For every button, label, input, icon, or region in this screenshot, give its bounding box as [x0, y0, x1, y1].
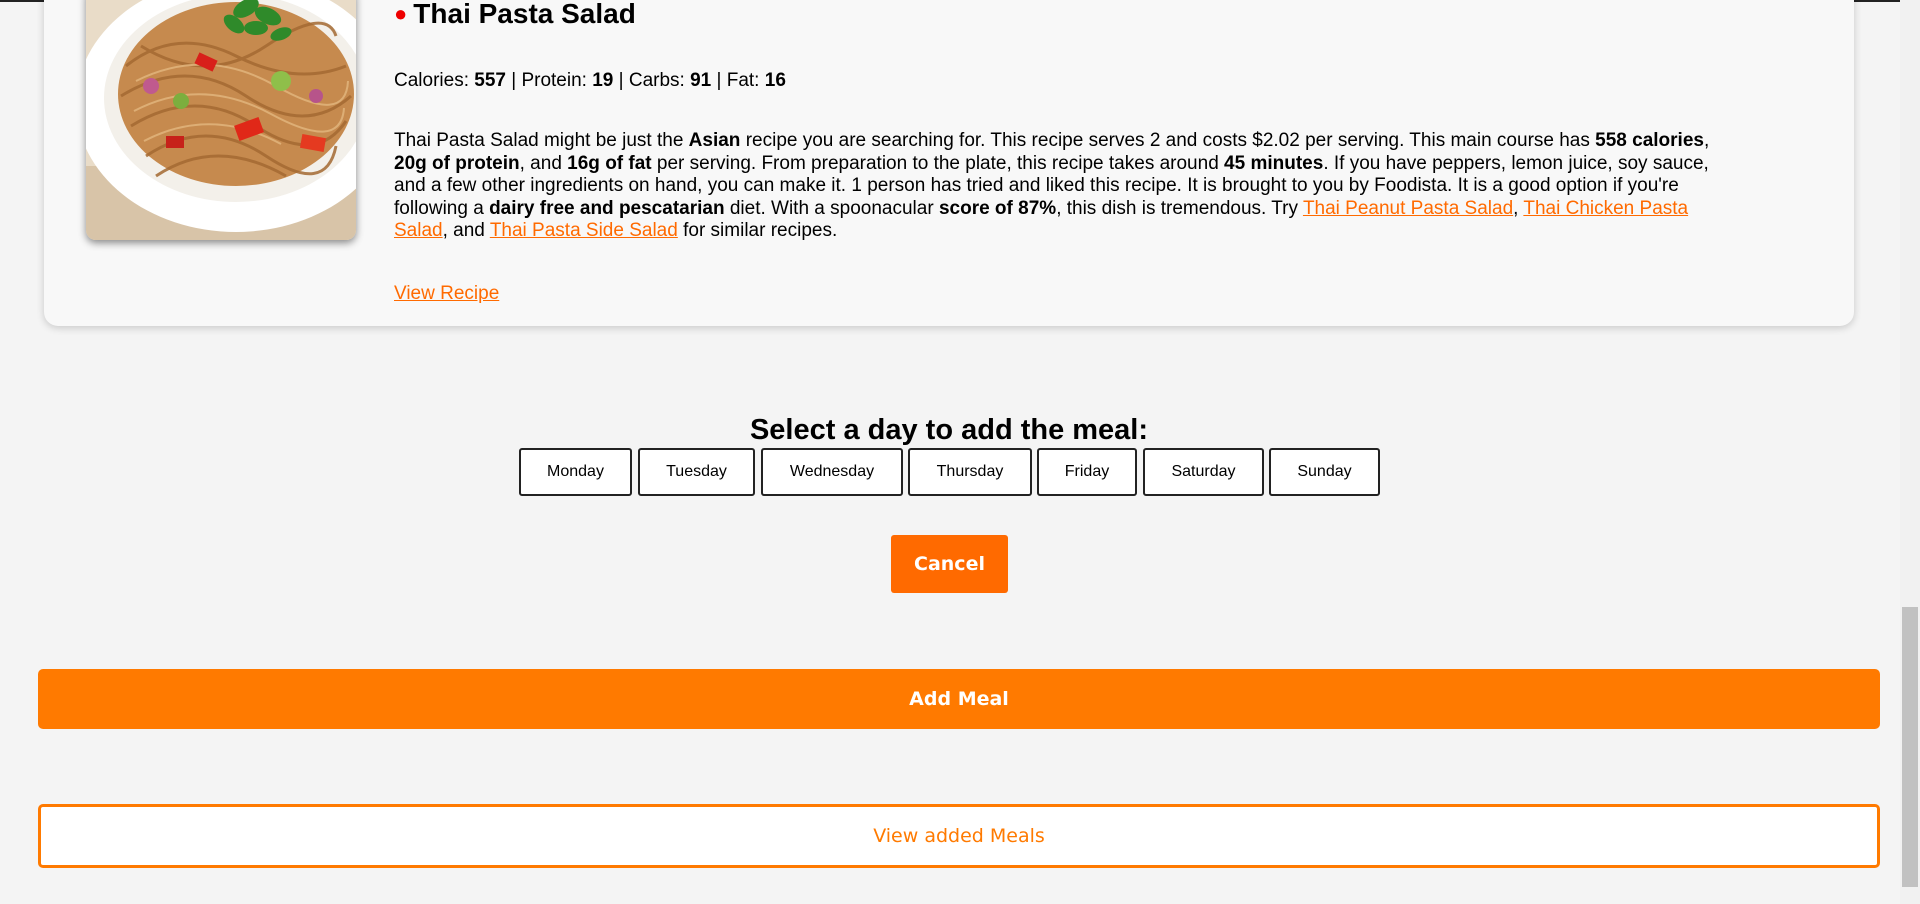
summary-text: diet. With a spoonacular: [724, 197, 939, 219]
summary-text: , and: [519, 152, 568, 174]
summary-highlight: 20g of protein: [394, 152, 520, 174]
summary-text: for similar recipes.: [677, 220, 838, 242]
carbs-label: | Carbs:: [613, 70, 691, 91]
pasta-salad-illustration: [86, 0, 356, 240]
summary-highlight: Asian: [688, 130, 741, 151]
day-button-sunday[interactable]: Sunday: [1269, 448, 1380, 496]
calories-label: Calories:: [394, 70, 475, 91]
summary-highlight: 45 minutes: [1224, 152, 1324, 174]
summary-text: , and: [442, 220, 490, 242]
summary-text: ,: [1513, 197, 1524, 219]
title-marker-icon: ●: [394, 1, 408, 26]
day-button-wednesday[interactable]: Wednesday: [761, 448, 903, 496]
summary-highlight: score of 87%: [938, 197, 1057, 219]
day-button-tuesday[interactable]: Tuesday: [638, 448, 755, 496]
fat-value: 16: [764, 70, 786, 91]
nutrition-summary: Calories: 557 | Protein: 19 | Carbs: 91 …: [394, 69, 786, 93]
view-recipe-link[interactable]: View Recipe: [394, 282, 499, 306]
scrollbar-thumb[interactable]: [1902, 607, 1918, 887]
calories-value: 557: [474, 70, 506, 91]
protein-label: | Protein:: [505, 70, 593, 91]
summary-text: recipe you are searching for. This recip…: [740, 130, 1596, 151]
summary-text: per serving. From preparation to the pla…: [651, 152, 1225, 174]
day-picker-heading: Select a day to add the meal:: [749, 414, 1149, 446]
recipe-title-text: Thai Pasta Salad: [413, 0, 636, 29]
add-meal-button[interactable]: Add Meal: [38, 669, 1880, 729]
summary-highlight: 16g of fat: [567, 152, 652, 174]
page-scrollbar[interactable]: [1900, 0, 1920, 904]
recipe-summary: Thai Pasta Salad might be just the Asian…: [394, 130, 1714, 243]
cancel-button[interactable]: Cancel: [891, 535, 1008, 593]
day-button-friday[interactable]: Friday: [1037, 448, 1137, 496]
protein-value: 19: [592, 70, 614, 91]
summary-text: Thai Pasta Salad might be just the: [394, 130, 689, 151]
day-button-saturday[interactable]: Saturday: [1143, 448, 1264, 496]
day-button-thursday[interactable]: Thursday: [908, 448, 1032, 496]
similar-recipe-link[interactable]: Thai Pasta Side Salad: [490, 220, 678, 241]
summary-text: ,: [1703, 130, 1710, 151]
recipe-image: [86, 0, 356, 240]
summary-highlight: dairy free and pescatarian: [489, 197, 725, 219]
summary-text: , this dish is tremendous. Try: [1056, 197, 1303, 219]
view-added-meals-button[interactable]: View added Meals: [38, 804, 1880, 868]
fat-label: | Fat:: [711, 70, 765, 91]
day-button-monday[interactable]: Monday: [519, 448, 632, 496]
recipe-title: ● Thai Pasta Salad: [394, 0, 636, 34]
carbs-value: 91: [690, 70, 712, 91]
summary-highlight: 558 calories: [1595, 130, 1704, 151]
similar-recipe-link[interactable]: Thai Peanut Pasta Salad: [1303, 198, 1513, 219]
